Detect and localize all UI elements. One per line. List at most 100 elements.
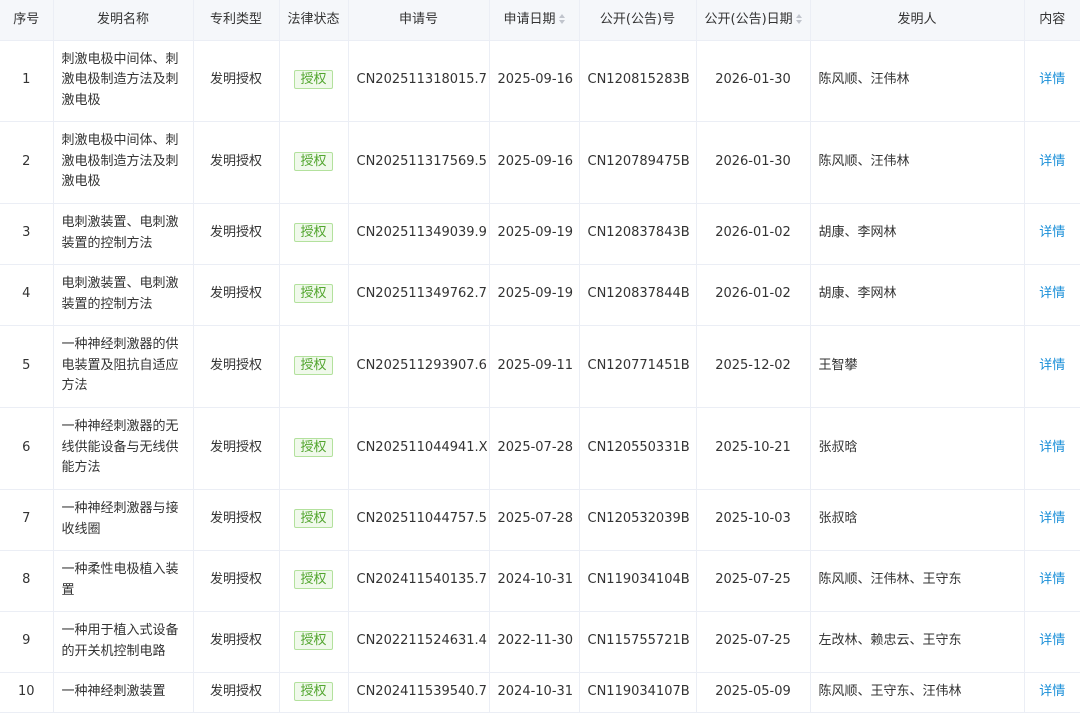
application-date: 2024-10-31: [489, 550, 580, 612]
legal-status-cell: 授权: [279, 611, 349, 673]
table-row: 2 刺激电极中间体、刺激电极制造方法及刺激电极 发明授权 授权 CN202511…: [0, 121, 1080, 204]
legal-status-cell: 授权: [279, 40, 349, 122]
patent-type: 发明授权: [193, 407, 280, 490]
application-date: 2025-09-16: [489, 40, 580, 122]
publication-date: 2025-05-09: [696, 672, 811, 713]
header-app-no: 申请号: [348, 0, 490, 41]
patent-type: 发明授权: [193, 550, 280, 612]
publication-number: CN119034107B: [579, 672, 697, 713]
publication-number: CN120771451B: [579, 325, 697, 408]
row-index: 4: [0, 264, 54, 326]
table-row: 9 一种用于植入式设备的开关机控制电路 发明授权 授权 CN2022115246…: [0, 611, 1080, 673]
application-number: CN202511044757.5: [348, 489, 490, 551]
detail-cell: 详情: [1024, 672, 1080, 713]
header-pub-date[interactable]: 公开(公告)日期: [696, 0, 811, 41]
patent-type: 发明授权: [193, 672, 280, 713]
legal-status-cell: 授权: [279, 325, 349, 408]
patent-type: 发明授权: [193, 325, 280, 408]
table-row: 6 一种神经刺激器的无线供能设备与无线供能方法 发明授权 授权 CN202511…: [0, 407, 1080, 490]
application-number: CN202411539540.7: [348, 672, 490, 713]
publication-date: 2025-10-03: [696, 489, 811, 551]
patent-name: 电刺激装置、电刺激装置的控制方法: [53, 203, 194, 265]
inventors: 陈风顺、汪伟林、王守东: [810, 550, 1025, 612]
inventors: 张叔晗: [810, 489, 1025, 551]
detail-link[interactable]: 详情: [1039, 154, 1065, 169]
detail-link[interactable]: 详情: [1039, 633, 1065, 648]
row-index: 8: [0, 550, 54, 612]
application-date: 2025-09-16: [489, 121, 580, 204]
patent-name: 刺激电极中间体、刺激电极制造方法及刺激电极: [53, 40, 194, 122]
application-number: CN202511044941.X: [348, 407, 490, 490]
publication-number: CN120837844B: [579, 264, 697, 326]
application-number: CN202511349762.7: [348, 264, 490, 326]
detail-link[interactable]: 详情: [1039, 286, 1065, 301]
patent-name: 电刺激装置、电刺激装置的控制方法: [53, 264, 194, 326]
detail-link[interactable]: 详情: [1039, 72, 1065, 87]
status-badge: 授权: [294, 284, 333, 304]
table-row: 4 电刺激装置、电刺激装置的控制方法 发明授权 授权 CN20251134976…: [0, 264, 1080, 326]
detail-cell: 详情: [1024, 489, 1080, 551]
status-badge: 授权: [294, 151, 333, 171]
row-index: 5: [0, 325, 54, 408]
application-date: 2025-09-11: [489, 325, 580, 408]
detail-link[interactable]: 详情: [1039, 225, 1065, 240]
patent-type: 发明授权: [193, 203, 280, 265]
header-name: 发明名称: [53, 0, 194, 41]
table-header: 序号 发明名称 专利类型 法律状态 申请号 申请日期 公开(公告)号 公开(公告…: [0, 0, 1080, 41]
publication-date: 2025-10-21: [696, 407, 811, 490]
header-type: 专利类型: [193, 0, 280, 41]
status-badge: 授权: [294, 70, 333, 90]
detail-cell: 详情: [1024, 203, 1080, 265]
header-app-date[interactable]: 申请日期: [489, 0, 580, 41]
header-inventor: 发明人: [810, 0, 1025, 41]
application-number: CN202511349039.9: [348, 203, 490, 265]
inventors: 陈风顺、汪伟林: [810, 40, 1025, 122]
detail-link[interactable]: 详情: [1039, 684, 1065, 699]
header-index: 序号: [0, 0, 54, 41]
publication-number: CN115755721B: [579, 611, 697, 673]
detail-cell: 详情: [1024, 407, 1080, 490]
detail-link[interactable]: 详情: [1039, 572, 1065, 587]
detail-link[interactable]: 详情: [1039, 511, 1065, 526]
sort-icon[interactable]: [795, 14, 802, 24]
detail-cell: 详情: [1024, 121, 1080, 204]
publication-date: 2025-07-25: [696, 611, 811, 673]
inventors: 陈风顺、王守东、汪伟林: [810, 672, 1025, 713]
patent-type: 发明授权: [193, 121, 280, 204]
table-row: 10 一种神经刺激装置 发明授权 授权 CN202411539540.7 202…: [0, 672, 1080, 713]
application-date: 2022-11-30: [489, 611, 580, 673]
row-index: 9: [0, 611, 54, 673]
patent-type: 发明授权: [193, 489, 280, 551]
detail-link[interactable]: 详情: [1039, 358, 1065, 373]
legal-status-cell: 授权: [279, 121, 349, 204]
status-badge: 授权: [294, 631, 333, 651]
detail-link[interactable]: 详情: [1039, 440, 1065, 455]
row-index: 7: [0, 489, 54, 551]
publication-number: CN120837843B: [579, 203, 697, 265]
inventors: 胡康、李网林: [810, 264, 1025, 326]
table-row: 1 刺激电极中间体、刺激电极制造方法及刺激电极 发明授权 授权 CN202511…: [0, 40, 1080, 122]
patent-name: 一种神经刺激器的供电装置及阻抗自适应方法: [53, 325, 194, 408]
publication-date: 2026-01-30: [696, 40, 811, 122]
patent-name: 一种神经刺激装置: [53, 672, 194, 713]
application-number: CN202511318015.7: [348, 40, 490, 122]
inventors: 胡康、李网林: [810, 203, 1025, 265]
sort-icon[interactable]: [558, 14, 565, 24]
publication-number: CN120815283B: [579, 40, 697, 122]
patent-name: 刺激电极中间体、刺激电极制造方法及刺激电极: [53, 121, 194, 204]
publication-date: 2026-01-02: [696, 203, 811, 265]
status-badge: 授权: [294, 223, 333, 243]
inventors: 左改林、赖忠云、王守东: [810, 611, 1025, 673]
publication-date: 2025-12-02: [696, 325, 811, 408]
status-badge: 授权: [294, 681, 333, 701]
patent-name: 一种神经刺激器的无线供能设备与无线供能方法: [53, 407, 194, 490]
table-row: 5 一种神经刺激器的供电装置及阻抗自适应方法 发明授权 授权 CN2025112…: [0, 325, 1080, 408]
detail-cell: 详情: [1024, 611, 1080, 673]
patent-table: 序号 发明名称 专利类型 法律状态 申请号 申请日期 公开(公告)号 公开(公告…: [0, 0, 1080, 713]
detail-cell: 详情: [1024, 40, 1080, 122]
publication-number: CN120550331B: [579, 407, 697, 490]
application-number: CN202411540135.7: [348, 550, 490, 612]
header-app-date-label: 申请日期: [503, 11, 556, 27]
application-number: CN202211524631.4: [348, 611, 490, 673]
application-date: 2025-09-19: [489, 264, 580, 326]
